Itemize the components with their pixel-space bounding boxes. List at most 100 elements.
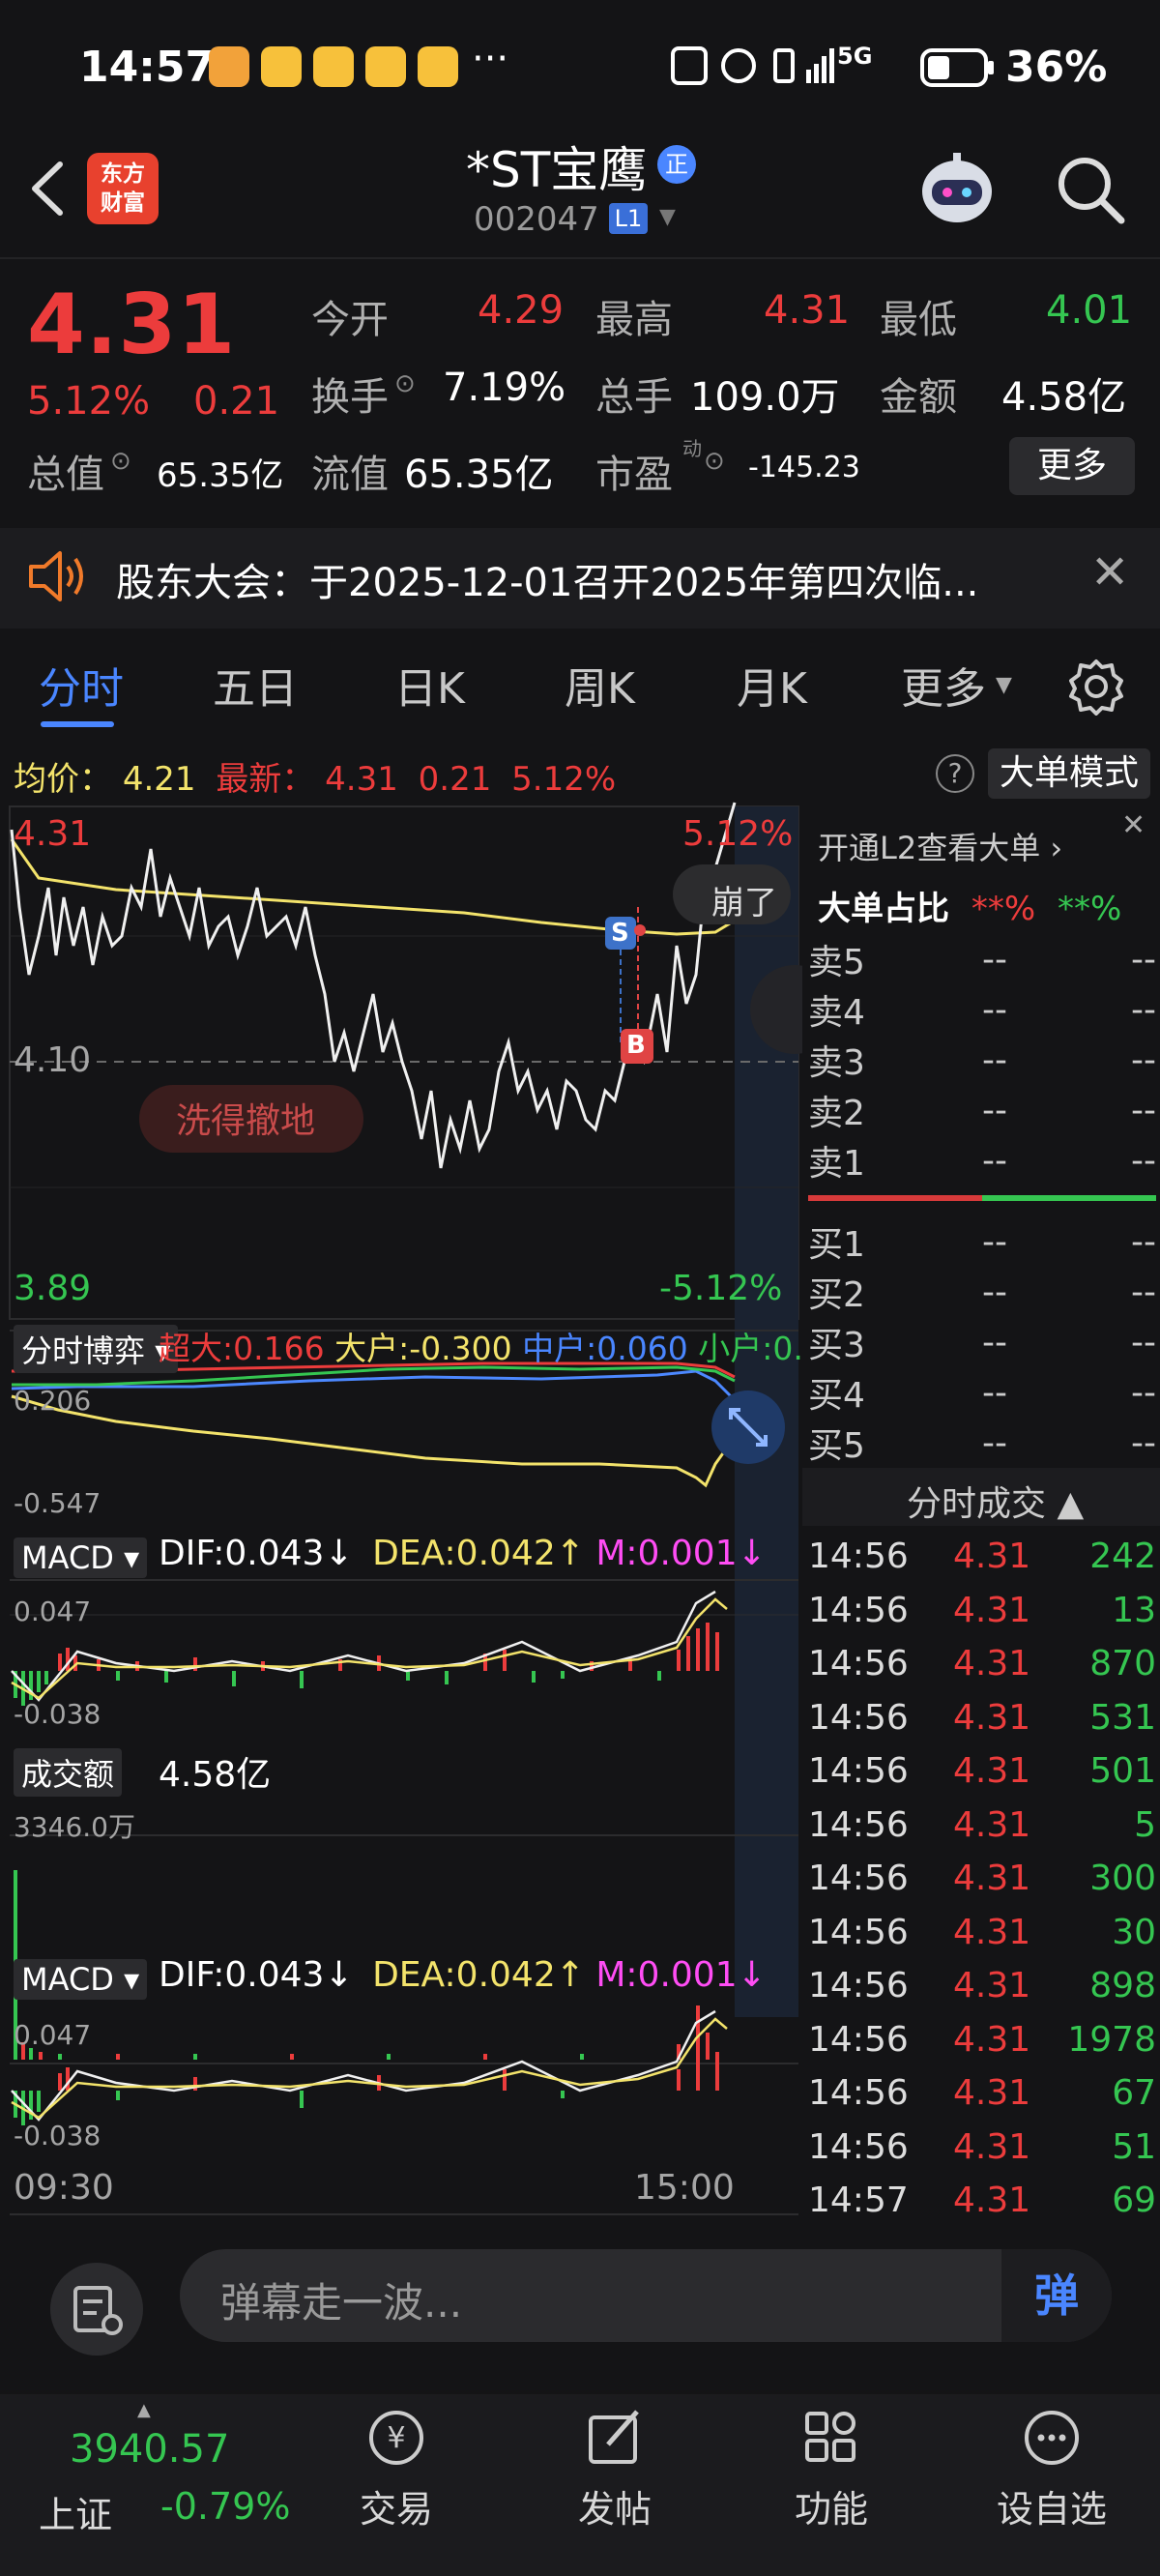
big-order-mode-button[interactable]: 大单模式 bbox=[988, 748, 1150, 799]
macd-dropdown[interactable]: MACD ▾ bbox=[14, 1537, 148, 1578]
ticks-list: 14:56 4.31 242 14:56 4.31 13 14:56 4.31 870 14… bbox=[808, 1530, 1156, 2228]
nav-post[interactable]: 发帖 bbox=[537, 2404, 692, 2532]
chevron-down-icon[interactable]: ▼ bbox=[996, 673, 1012, 697]
turnover-value: 7.19% bbox=[443, 366, 566, 410]
chevron-up-icon[interactable]: ▲ bbox=[137, 2400, 151, 2420]
divider bbox=[0, 257, 1160, 259]
tick-price: 4.31 bbox=[953, 2019, 1031, 2060]
sell-level: 卖2 bbox=[808, 1094, 865, 1133]
current-price: 4.31 bbox=[27, 277, 237, 373]
ai-assistant-icon[interactable] bbox=[914, 149, 1000, 230]
game-axis-top: 0.206 bbox=[14, 1385, 92, 1417]
more-button[interactable]: 更多 bbox=[1009, 437, 1135, 495]
search-icon[interactable] bbox=[1052, 151, 1129, 228]
index-name[interactable]: 上证 bbox=[39, 2485, 112, 2538]
collapse-bubble[interactable]: 崩了 bbox=[711, 876, 777, 923]
sell-row: 卖2 -- -- bbox=[808, 1085, 1156, 1135]
level-badge[interactable]: L1 bbox=[609, 203, 648, 234]
buy-level: 买1 bbox=[808, 1225, 865, 1265]
buy-volume: -- bbox=[1131, 1422, 1156, 1463]
danmaku-settings-button[interactable] bbox=[50, 2263, 143, 2356]
index-value[interactable]: 3940.57 bbox=[70, 2427, 229, 2472]
volume-label: 成交额 bbox=[21, 1756, 115, 1793]
avg-value: 4.21 bbox=[122, 760, 196, 799]
network-type: 5G bbox=[837, 43, 873, 70]
nav-trade[interactable]: ¥ 交易 bbox=[319, 2404, 474, 2532]
volume-dropdown[interactable]: 成交额 bbox=[14, 1748, 123, 1797]
ticks-title[interactable]: 分时成交 ▲ bbox=[907, 1476, 1084, 1526]
tab-five-day[interactable]: 五日 bbox=[213, 654, 298, 716]
m-value: M:0.001 bbox=[595, 1534, 738, 1573]
turnover-label: 换手 bbox=[311, 375, 389, 420]
buy-price: -- bbox=[982, 1322, 1007, 1362]
gear-icon[interactable] bbox=[1067, 658, 1125, 716]
info-icon[interactable]: ⊙ bbox=[394, 369, 416, 398]
nav-add-watchlist[interactable]: 设自选 bbox=[974, 2404, 1129, 2532]
latest-change: 0.21 bbox=[418, 760, 492, 799]
close-icon[interactable]: ✕ bbox=[1090, 545, 1129, 600]
close-icon[interactable]: ✕ bbox=[1121, 808, 1146, 842]
big-order-ratio: 大单占比 **% **% bbox=[818, 882, 1121, 929]
big-value: -0.300 bbox=[409, 1330, 512, 1367]
tick-time: 14:56 bbox=[808, 1804, 909, 1845]
l2-upgrade-link[interactable]: 开通L2查看大单 › bbox=[818, 824, 1062, 868]
weibo-notification-icon bbox=[313, 46, 354, 87]
app-logo: 东方 财富 bbox=[87, 153, 159, 224]
tab-more[interactable]: 更多 bbox=[901, 654, 986, 716]
app-notification-icon bbox=[209, 46, 249, 87]
tab-weekly-k[interactable]: 周K bbox=[565, 654, 635, 716]
svg-text:¥: ¥ bbox=[387, 2421, 405, 2455]
tab-intraday[interactable]: 分时 bbox=[39, 654, 124, 716]
info-icon[interactable]: ⊙ bbox=[704, 447, 725, 476]
tick-volume: 51 bbox=[1112, 2126, 1156, 2167]
pencil-icon bbox=[589, 2410, 639, 2464]
pct-axis-bottom: -5.12% bbox=[659, 1269, 783, 1308]
macd-label: MACD bbox=[21, 1961, 114, 1998]
latest-label: 最新： bbox=[216, 760, 315, 799]
sell-marker[interactable]: S bbox=[611, 919, 629, 948]
tick-price: 4.31 bbox=[953, 1912, 1031, 1952]
amount-value: 4.58亿 bbox=[1001, 375, 1127, 420]
info-icon[interactable]: ⊙ bbox=[110, 447, 131, 476]
tick-time: 14:56 bbox=[808, 1697, 909, 1738]
ticks-title-text: 分时成交 bbox=[907, 1484, 1047, 1524]
tick-volume: 531 bbox=[1089, 1697, 1156, 1738]
tick-volume: 69 bbox=[1112, 2181, 1156, 2221]
macd-dropdown[interactable]: MACD ▾ bbox=[14, 1959, 148, 2000]
tick-price: 4.31 bbox=[953, 1804, 1031, 1845]
nav-functions[interactable]: 功能 bbox=[754, 2404, 909, 2532]
tick-time: 14:56 bbox=[808, 1590, 909, 1630]
back-arrow-icon[interactable] bbox=[21, 155, 79, 222]
l2-text: 开通L2查看大单 bbox=[818, 830, 1041, 866]
pe-value: -145.23 bbox=[748, 451, 860, 484]
dif-value: DIF:0.043 bbox=[159, 1955, 325, 1995]
volume-axis-top: 3346.0万 bbox=[14, 1811, 135, 1843]
help-icon[interactable]: ? bbox=[936, 754, 974, 793]
ratio-green: **% bbox=[1057, 890, 1122, 928]
high-value: 4.31 bbox=[764, 288, 851, 333]
volume-label: 总手 bbox=[595, 375, 673, 420]
sell-volume: -- bbox=[1131, 1140, 1156, 1181]
intraday-chart[interactable] bbox=[0, 801, 802, 2222]
expand-icon[interactable] bbox=[727, 1406, 769, 1449]
avg-label: 均价： bbox=[14, 760, 112, 799]
small-label: 小户: bbox=[698, 1330, 773, 1367]
buy-price: -- bbox=[982, 1221, 1007, 1262]
danmaku-placeholder[interactable]: 弹幕走一波... bbox=[220, 2270, 462, 2329]
mid-label: 中户: bbox=[522, 1330, 597, 1367]
game-label: 分时博弈 bbox=[21, 1332, 146, 1369]
sell-volume: -- bbox=[1131, 1090, 1156, 1130]
tick-row: 14:56 4.31 898 bbox=[808, 1959, 1156, 2013]
tab-monthly-k[interactable]: 月K bbox=[737, 654, 807, 716]
game-dropdown[interactable]: 分时博弈 ▾ bbox=[14, 1325, 179, 1373]
tab-daily-k[interactable]: 日K bbox=[394, 654, 465, 716]
buy-marker[interactable]: B bbox=[626, 1031, 646, 1060]
nav-post-label: 发帖 bbox=[577, 2488, 652, 2531]
notice-text[interactable]: 股东大会：于2025-12-01召开2025年第四次临... bbox=[116, 551, 978, 607]
buy-row: 买3 -- -- bbox=[808, 1317, 1156, 1367]
danmaku-send-button[interactable]: 弹 bbox=[1001, 2249, 1112, 2342]
index-change[interactable]: -0.79% bbox=[160, 2485, 290, 2528]
tick-price: 4.31 bbox=[953, 1697, 1031, 1738]
sell-volume: -- bbox=[1131, 1039, 1156, 1080]
chevron-down-icon[interactable]: ▼ bbox=[659, 205, 676, 229]
